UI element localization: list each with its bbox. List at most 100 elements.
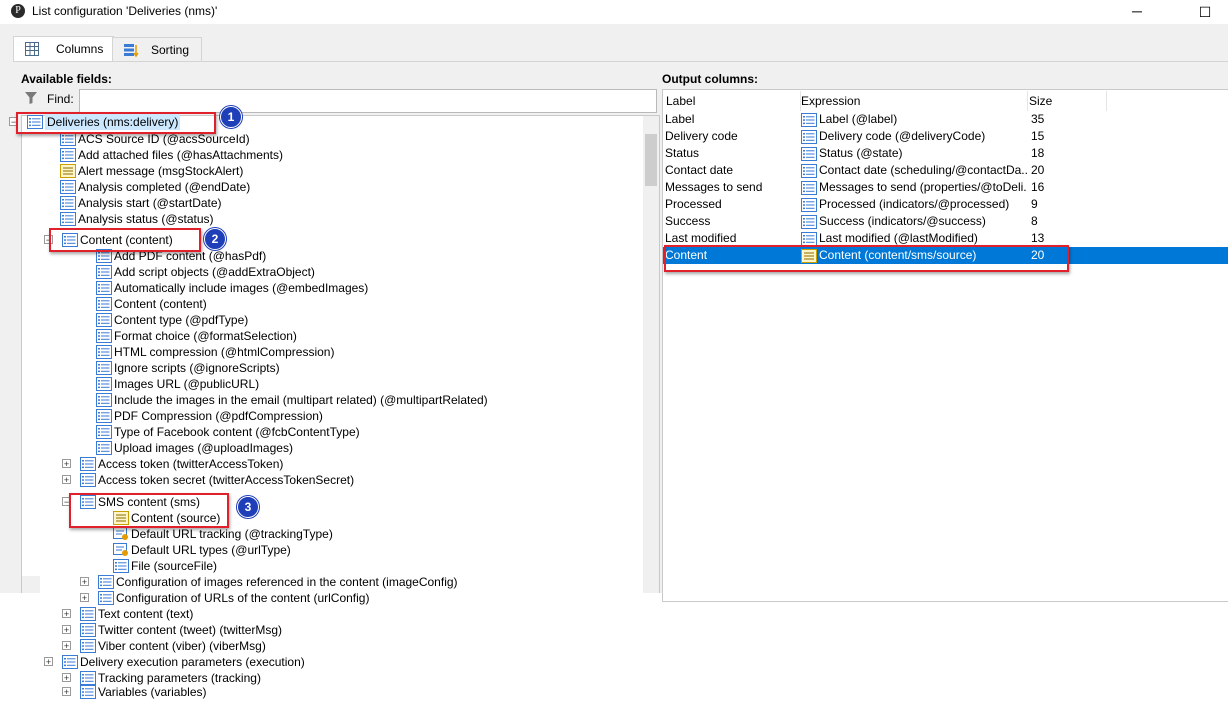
field-list-icon <box>60 148 76 162</box>
tree-node[interactable]: Add attached files (@hasAttachments) <box>42 147 602 163</box>
tree-node[interactable]: Alert message (msgStockAlert) <box>42 163 602 179</box>
output-cell-size[interactable]: 15 <box>1031 128 1101 145</box>
field-list-icon <box>62 655 78 669</box>
output-cell-expression[interactable]: Status (@state) <box>819 145 1027 162</box>
tab-columns[interactable]: Columns <box>13 36 114 62</box>
field-enum-icon <box>113 527 129 541</box>
field-list-icon <box>60 212 76 226</box>
expand-icon[interactable]: + <box>62 475 71 485</box>
tab-sorting[interactable]: Sorting <box>112 37 202 62</box>
tree-node-label: Configuration of images referenced in th… <box>116 575 458 589</box>
expand-icon[interactable]: + <box>80 577 89 587</box>
tree-node[interactable]: + Configuration of URLs of the content (u… <box>80 590 640 606</box>
output-cell-label[interactable]: Messages to send <box>665 179 799 196</box>
tree-node-label: Default URL types (@urlType) <box>131 543 291 557</box>
tree-node[interactable]: Analysis start (@startDate) <box>42 195 602 211</box>
tree-node[interactable]: PDF Compression (@pdfCompression) <box>78 408 638 424</box>
tree-node[interactable]: HTML compression (@htmlCompression) <box>78 344 638 360</box>
columns-grid-icon <box>25 42 39 56</box>
column-header-expression[interactable]: Expression <box>801 91 1028 111</box>
tree-node-label: Type of Facebook content (@fcbContentTyp… <box>114 425 360 439</box>
tree-node-label: Access token secret (twitterAccessTokenS… <box>98 473 355 487</box>
tree-node[interactable]: + Text content (text) <box>62 606 622 622</box>
maximize-button[interactable]: ☐ <box>1196 3 1214 21</box>
expand-icon[interactable]: + <box>62 609 71 619</box>
output-cell-label[interactable]: Status <box>665 145 799 162</box>
field-list-icon <box>96 313 112 327</box>
tree-scrollbar-thumb[interactable] <box>645 134 657 186</box>
field-list-icon <box>801 232 817 246</box>
output-cell-label[interactable]: Success <box>665 213 799 230</box>
field-list-icon <box>80 623 96 637</box>
field-list-icon <box>98 591 114 605</box>
callout-box-1 <box>16 112 216 134</box>
tree-node[interactable]: Include the images in the email (multipa… <box>78 392 638 408</box>
expand-icon[interactable]: + <box>62 625 71 635</box>
tree-node[interactable]: Content type (@pdfType) <box>78 312 638 328</box>
column-header-label[interactable]: Label <box>665 91 801 111</box>
expand-icon[interactable]: + <box>80 593 89 603</box>
sort-icon <box>124 44 139 58</box>
find-input[interactable] <box>79 89 657 113</box>
field-list-icon <box>80 685 96 699</box>
field-list-icon <box>801 198 817 212</box>
tree-node[interactable]: Content (content) <box>78 296 638 312</box>
tree-node-label: PDF Compression (@pdfCompression) <box>114 409 323 423</box>
tree-node-label: HTML compression (@htmlCompression) <box>114 345 335 359</box>
callout-box-3 <box>69 493 229 528</box>
output-cell-size[interactable]: 9 <box>1031 196 1101 213</box>
output-cell-expression[interactable]: Processed (indicators/@processed) <box>819 196 1027 213</box>
tree-node[interactable]: Analysis completed (@endDate) <box>42 179 602 195</box>
tree-node[interactable]: Add script objects (@addExtraObject) <box>78 264 638 280</box>
output-cell-size[interactable]: 16 <box>1031 179 1101 196</box>
tree-node[interactable]: Type of Facebook content (@fcbContentTyp… <box>78 424 638 440</box>
output-cell-size[interactable]: 20 <box>1031 162 1101 179</box>
expand-icon[interactable]: + <box>62 641 71 651</box>
output-cell-expression[interactable]: Contact date (scheduling/@contactDa... <box>819 162 1027 179</box>
output-cell-expression[interactable]: Success (indicators/@success) <box>819 213 1027 230</box>
tree-node-label: Viber content (viber) (viberMsg) <box>98 639 266 653</box>
callout-box-2 <box>49 228 201 252</box>
tree-node[interactable]: + Access token secret (twitterAccessToken… <box>62 472 622 488</box>
tree-node[interactable]: + Viber content (viber) (viberMsg) <box>62 638 622 654</box>
available-fields-heading: Available fields: <box>21 72 112 86</box>
tree-node[interactable]: Analysis status (@status) <box>42 211 602 227</box>
output-cell-size[interactable]: 8 <box>1031 213 1101 230</box>
field-list-icon <box>96 377 112 391</box>
output-cell-label[interactable]: Processed <box>665 196 799 213</box>
output-cell-expression[interactable]: Label (@label) <box>819 111 1027 128</box>
tree-node[interactable]: + Access token (twitterAccessToken) <box>62 456 622 472</box>
output-cell-size[interactable]: 18 <box>1031 145 1101 162</box>
field-list-icon <box>80 473 96 487</box>
tree-node[interactable]: Images URL (@publicURL) <box>78 376 638 392</box>
column-header-size[interactable]: Size <box>1029 91 1107 111</box>
expand-icon[interactable]: + <box>44 657 53 667</box>
tree-node[interactable]: Default URL types (@urlType) <box>95 542 655 558</box>
tree-node[interactable]: Format choice (@formatSelection) <box>78 328 638 344</box>
tree-node[interactable]: File (sourceFile) <box>95 558 655 574</box>
output-cell-expression[interactable]: Delivery code (@deliveryCode) <box>819 128 1027 145</box>
tree-node[interactable]: Upload images (@uploadImages) <box>78 440 638 456</box>
tree-node[interactable]: + Configuration of images referenced in t… <box>80 574 640 590</box>
tree-node[interactable]: + Delivery execution parameters (executio… <box>44 654 604 670</box>
tree-node-label: Default URL tracking (@trackingType) <box>131 527 333 541</box>
output-cell-size[interactable]: 35 <box>1031 111 1101 128</box>
output-cell-expression[interactable]: Messages to send (properties/@toDeli... <box>819 179 1027 196</box>
expand-icon[interactable]: + <box>62 673 71 683</box>
tree-node[interactable]: + Twitter content (tweet) (twitterMsg) <box>62 622 622 638</box>
output-cell-label[interactable]: Label <box>665 111 799 128</box>
tree-node[interactable]: Automatically include images (@embedImag… <box>78 280 638 296</box>
tree-node[interactable]: Default URL tracking (@trackingType) <box>95 526 655 542</box>
minimize-button[interactable]: ─ <box>1128 3 1146 21</box>
tree-node[interactable]: Ignore scripts (@ignoreScripts) <box>78 360 638 376</box>
tree-node-label: Analysis start (@startDate) <box>78 196 222 210</box>
expand-icon[interactable]: + <box>62 687 71 697</box>
field-list-icon <box>96 393 112 407</box>
field-list-icon <box>96 297 112 311</box>
output-cell-label[interactable]: Contact date <box>665 162 799 179</box>
tab-sorting-label: Sorting <box>151 43 190 57</box>
field-list-icon <box>60 180 76 194</box>
expand-icon[interactable]: + <box>62 459 71 469</box>
tree-node[interactable]: + Variables (variables) <box>62 684 622 700</box>
output-cell-label[interactable]: Delivery code <box>665 128 799 145</box>
